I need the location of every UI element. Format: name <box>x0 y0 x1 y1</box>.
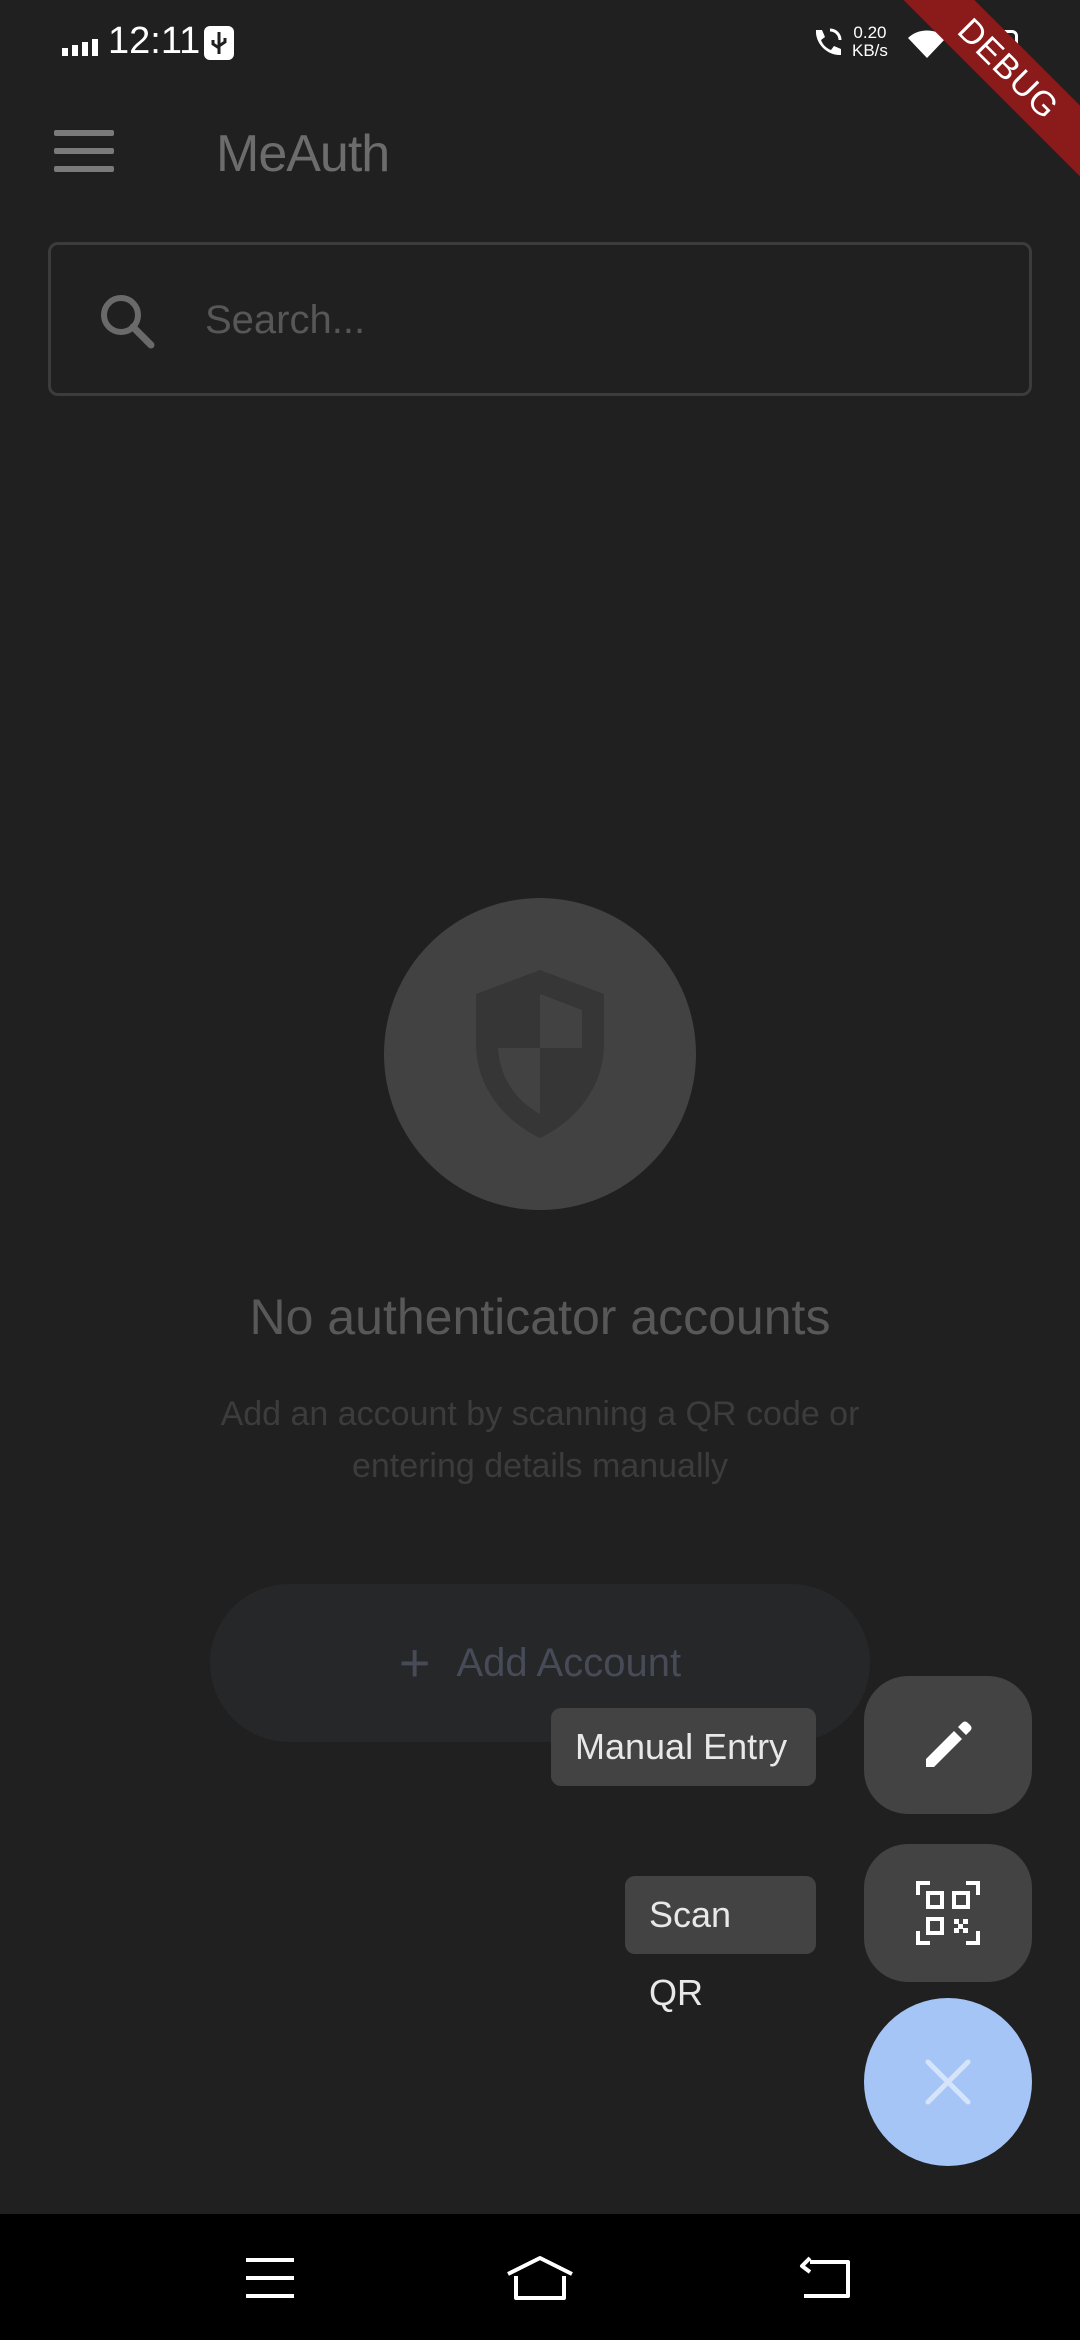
status-time: 12:11 <box>108 20 201 62</box>
scan-qr-label[interactable]: Scan QR <box>625 1876 816 2013</box>
close-speed-dial-button[interactable] <box>864 1998 1032 2166</box>
search-bar[interactable] <box>48 242 1032 396</box>
signal-icon <box>62 39 98 56</box>
pencil-icon <box>926 1721 972 1767</box>
qr-scan-icon <box>916 1881 980 1945</box>
empty-state-avatar <box>384 898 696 1210</box>
home-icon[interactable] <box>500 2246 580 2310</box>
network-speed: 0.20 KB/s <box>852 24 888 60</box>
call-icon <box>815 28 842 56</box>
add-account-label: Add Account <box>456 1640 682 1685</box>
recents-icon[interactable] <box>230 2246 310 2310</box>
screen: 12:11 0.20 KB/s DEBUG MeAuth Search... N… <box>0 0 1080 2340</box>
close-icon <box>925 2059 971 2105</box>
shield-icon <box>476 970 604 1138</box>
plus-icon: + <box>398 1633 431 1693</box>
network-speed-value: 0.20 <box>853 23 887 42</box>
network-speed-unit: KB/s <box>852 41 888 60</box>
menu-icon[interactable] <box>54 130 114 176</box>
manual-entry-label[interactable]: Manual Entry <box>551 1708 816 1786</box>
scan-qr-button[interactable] <box>864 1844 1032 1982</box>
search-input[interactable] <box>205 285 985 355</box>
empty-state-title: No authenticator accounts <box>249 1289 831 1345</box>
manual-entry-button[interactable] <box>864 1676 1032 1814</box>
usb-icon <box>204 26 234 60</box>
back-icon[interactable] <box>784 2246 864 2310</box>
search-icon <box>101 295 155 349</box>
system-nav-bar <box>0 2214 1080 2340</box>
empty-state-description: Add an account by scanning a QR code or … <box>220 1395 860 1485</box>
app-title: MeAuth <box>216 125 390 183</box>
app-bar: MeAuth <box>0 100 1080 206</box>
